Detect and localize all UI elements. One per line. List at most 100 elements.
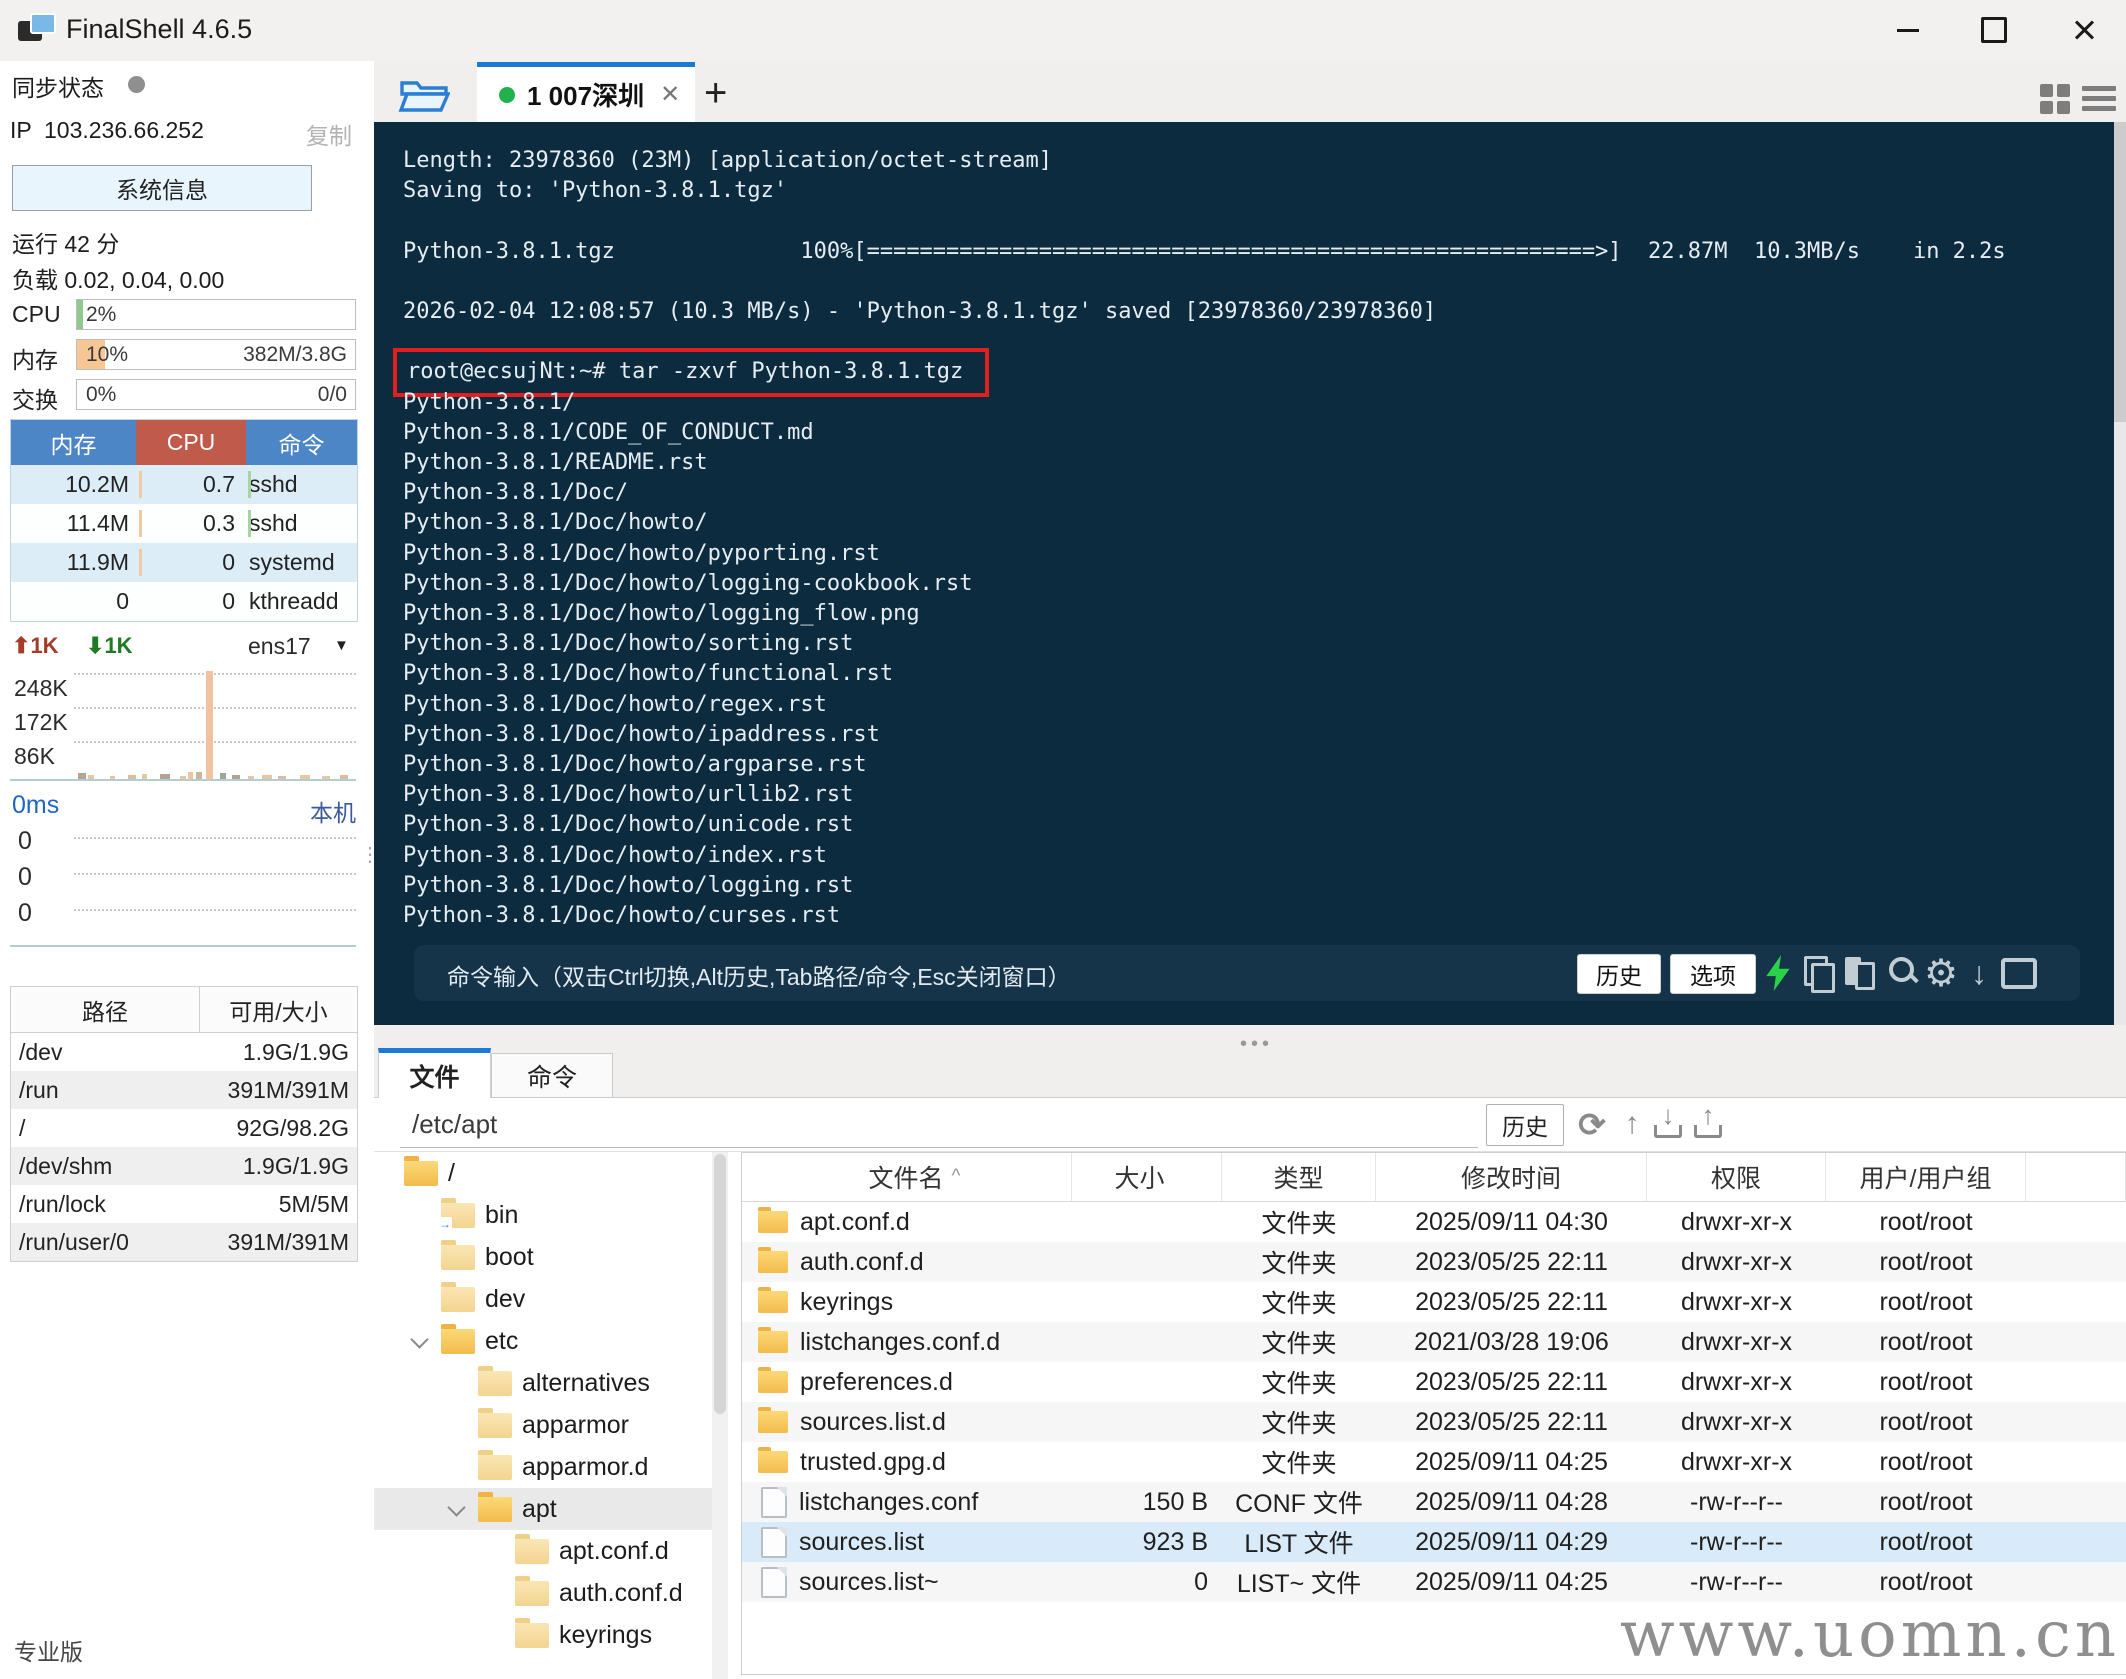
tree-item-keyrings[interactable]: keyrings xyxy=(374,1614,712,1656)
file-row[interactable]: listchanges.conf.d 文件夹 2021/03/28 19:06 drw… xyxy=(742,1322,2126,1362)
file-tree[interactable]: / → bin boot dev etc alternatives apparmor appar… xyxy=(374,1152,712,1679)
disk-col-path[interactable]: 路径 xyxy=(11,987,200,1032)
panel-splitter[interactable]: ••• xyxy=(374,1025,2126,1055)
terminal-history-button[interactable]: 历史 xyxy=(1577,954,1661,994)
tree-scrollbar[interactable] xyxy=(712,1152,728,1679)
tree-item-label: alternatives xyxy=(522,1368,650,1397)
file-col-header[interactable]: 大小 xyxy=(1072,1153,1222,1201)
upload-file-icon[interactable]: ↑ xyxy=(1690,1100,1726,1144)
settings-gear-icon[interactable]: ⚙ xyxy=(1922,952,1960,995)
process-table[interactable]: 内存 CPU 命令 10.2M 0.7 sshd 11.4M 0.3 sshd 11.9M 0 sys… xyxy=(10,419,358,622)
terminal[interactable]: Length: 23978360 (23M) [application/octe… xyxy=(374,122,2126,1025)
tree-item-etc[interactable]: etc xyxy=(374,1320,712,1362)
window-mode-icon[interactable] xyxy=(2000,952,2038,994)
parent-dir-icon[interactable]: ↑ xyxy=(1614,1104,1650,1144)
chevron-down-icon[interactable] xyxy=(410,1330,429,1349)
file-row[interactable]: keyrings 文件夹 2023/05/25 22:11 drwxr-xr-x roo… xyxy=(742,1282,2126,1322)
disk-row[interactable]: /run/user/0 391M/391M xyxy=(11,1223,357,1261)
disk-col-size[interactable]: 可用/大小 xyxy=(200,987,357,1032)
tree-item-aptconfd[interactable]: apt.conf.d xyxy=(374,1530,712,1572)
file-col-header[interactable]: 权限 xyxy=(1647,1153,1826,1201)
tab-session[interactable]: 1 007深圳 ✕ xyxy=(477,62,695,122)
file-col-header[interactable]: 文件名 ^ xyxy=(742,1153,1072,1201)
file-table: 文件名 ^ 大小 类型 修改时间 权限 用户/用户组 apt.conf.d 文件夹 2025/0… xyxy=(741,1152,2126,1675)
tree-item-boot[interactable]: boot xyxy=(374,1236,712,1278)
tree-item-apparmord[interactable]: apparmor.d xyxy=(374,1446,712,1488)
download-file-icon[interactable]: ↓ xyxy=(1650,1100,1686,1144)
process-row[interactable]: 11.4M 0.3 sshd xyxy=(11,504,357,543)
copy-ip-button[interactable]: 复制 xyxy=(306,117,352,151)
layout-grid-icon[interactable] xyxy=(2040,84,2071,115)
file-col-header[interactable]: 用户/用户组 xyxy=(1826,1153,2026,1201)
disk-size: 391M/391M xyxy=(227,1076,349,1103)
menu-icon[interactable] xyxy=(2082,86,2116,116)
file-col-header[interactable]: 类型 xyxy=(1222,1153,1376,1201)
search-icon[interactable] xyxy=(1884,952,1922,994)
tree-item-[interactable]: / xyxy=(374,1152,712,1194)
process-cpu: 0 xyxy=(222,588,235,614)
lightning-icon[interactable] xyxy=(1760,952,1798,994)
disk-usage-table[interactable]: 路径 可用/大小/dev 1.9G/1.9G/run 391M/391M / 92G/98… xyxy=(10,986,358,1262)
terminal-options-button[interactable]: 选项 xyxy=(1670,954,1756,994)
chevron-down-icon[interactable]: ▼ xyxy=(334,637,349,654)
scrollbar-thumb[interactable] xyxy=(714,1154,726,1414)
tree-item-bin[interactable]: → bin xyxy=(374,1194,712,1236)
network-interface-select[interactable]: ens17 xyxy=(248,633,311,660)
disk-row[interactable]: /dev/shm 1.9G/1.9G xyxy=(11,1147,357,1185)
terminal-line: Length: 23978360 (23M) [application/octe… xyxy=(403,148,1053,173)
tab-commands[interactable]: 命令 xyxy=(491,1053,613,1098)
file-name-cell: listchanges.conf xyxy=(742,1486,1072,1518)
file-mtime: 2023/05/25 22:11 xyxy=(1415,1247,1608,1276)
tab-files[interactable]: 文件 xyxy=(378,1048,491,1098)
copy-icon[interactable] xyxy=(1798,952,1836,994)
command-input[interactable]: 命令输入（双击Ctrl切换,Alt历史,Tab路径/命令,Esc关闭窗口） xyxy=(447,958,1071,992)
disk-size: 1.9G/1.9G xyxy=(242,1038,349,1065)
open-connection-folder-icon[interactable] xyxy=(398,74,451,119)
process-col-header[interactable]: CPU xyxy=(136,420,246,465)
tree-item-alternatives[interactable]: alternatives xyxy=(374,1362,712,1404)
minimize-button[interactable] xyxy=(1886,10,1930,50)
path-input[interactable]: /etc/apt xyxy=(412,1109,497,1140)
file-row[interactable]: trusted.gpg.d 文件夹 2025/09/11 04:25 drwxr-xr… xyxy=(742,1442,2126,1482)
process-row[interactable]: 11.9M 0 systemd xyxy=(11,543,357,582)
close-button[interactable] xyxy=(2062,10,2106,50)
tree-item-apt[interactable]: apt xyxy=(374,1488,712,1530)
file-row[interactable]: listchanges.conf 150 B CONF 文件 2025/09/11 0… xyxy=(742,1482,2126,1522)
disk-row[interactable]: /run 391M/391M xyxy=(11,1071,357,1109)
terminal-line: Python-3.8.1/Doc/howto/ xyxy=(403,510,708,536)
process-col-header[interactable]: 命令 xyxy=(246,420,357,465)
file-row[interactable]: preferences.d 文件夹 2023/05/25 22:11 drwxr-xr… xyxy=(742,1362,2126,1402)
uptime-text: 运行 42 分 xyxy=(12,231,120,257)
process-row[interactable]: 0 0 kthreadd xyxy=(11,582,357,621)
app-icon xyxy=(18,13,56,45)
folder-icon xyxy=(515,1575,549,1606)
refresh-icon[interactable]: ⟳ xyxy=(1574,1104,1610,1144)
file-row[interactable]: apt.conf.d 文件夹 2025/09/11 04:30 drwxr-xr-x r… xyxy=(742,1202,2126,1242)
chevron-down-icon[interactable] xyxy=(447,1498,466,1517)
process-row[interactable]: 10.2M 0.7 sshd xyxy=(11,465,357,504)
file-col-header[interactable]: 修改时间 xyxy=(1376,1153,1647,1201)
download-arrow-icon[interactable]: ↓ xyxy=(1960,952,1998,994)
tree-item-authconfd[interactable]: auth.conf.d xyxy=(374,1572,712,1614)
disk-row[interactable]: / 92G/98.2G xyxy=(11,1109,357,1147)
paste-icon[interactable] xyxy=(1840,952,1878,994)
path-history-button[interactable]: 历史 xyxy=(1486,1104,1564,1146)
file-name-cell: trusted.gpg.d xyxy=(742,1447,1072,1477)
disk-row[interactable]: /run/lock 5M/5M xyxy=(11,1185,357,1223)
cpu-spark-icon xyxy=(248,471,251,498)
tab-close-icon[interactable]: ✕ xyxy=(660,80,680,109)
system-info-button[interactable]: 系统信息 xyxy=(12,165,312,211)
file-row[interactable]: auth.conf.d 文件夹 2023/05/25 22:11 drwxr-xr-x… xyxy=(742,1242,2126,1282)
disk-row[interactable]: /dev 1.9G/1.9G xyxy=(11,1033,357,1071)
folder-icon xyxy=(758,1287,788,1313)
process-col-header[interactable]: 内存 xyxy=(11,420,136,465)
file-row[interactable]: sources.list 923 B LIST 文件 2025/09/11 04:29… xyxy=(742,1522,2126,1562)
file-row[interactable]: sources.list~ 0 LIST~ 文件 2025/09/11 04:25 -r… xyxy=(742,1562,2126,1602)
new-tab-button[interactable]: + xyxy=(704,71,727,116)
scrollbar-thumb[interactable] xyxy=(2114,122,2126,422)
tree-item-apparmor[interactable]: apparmor xyxy=(374,1404,712,1446)
maximize-button[interactable] xyxy=(1972,10,2016,50)
tree-item-dev[interactable]: dev xyxy=(374,1278,712,1320)
terminal-scrollbar[interactable] xyxy=(2114,122,2126,1025)
file-row[interactable]: sources.list.d 文件夹 2023/05/25 22:11 drwxr-x… xyxy=(742,1402,2126,1442)
